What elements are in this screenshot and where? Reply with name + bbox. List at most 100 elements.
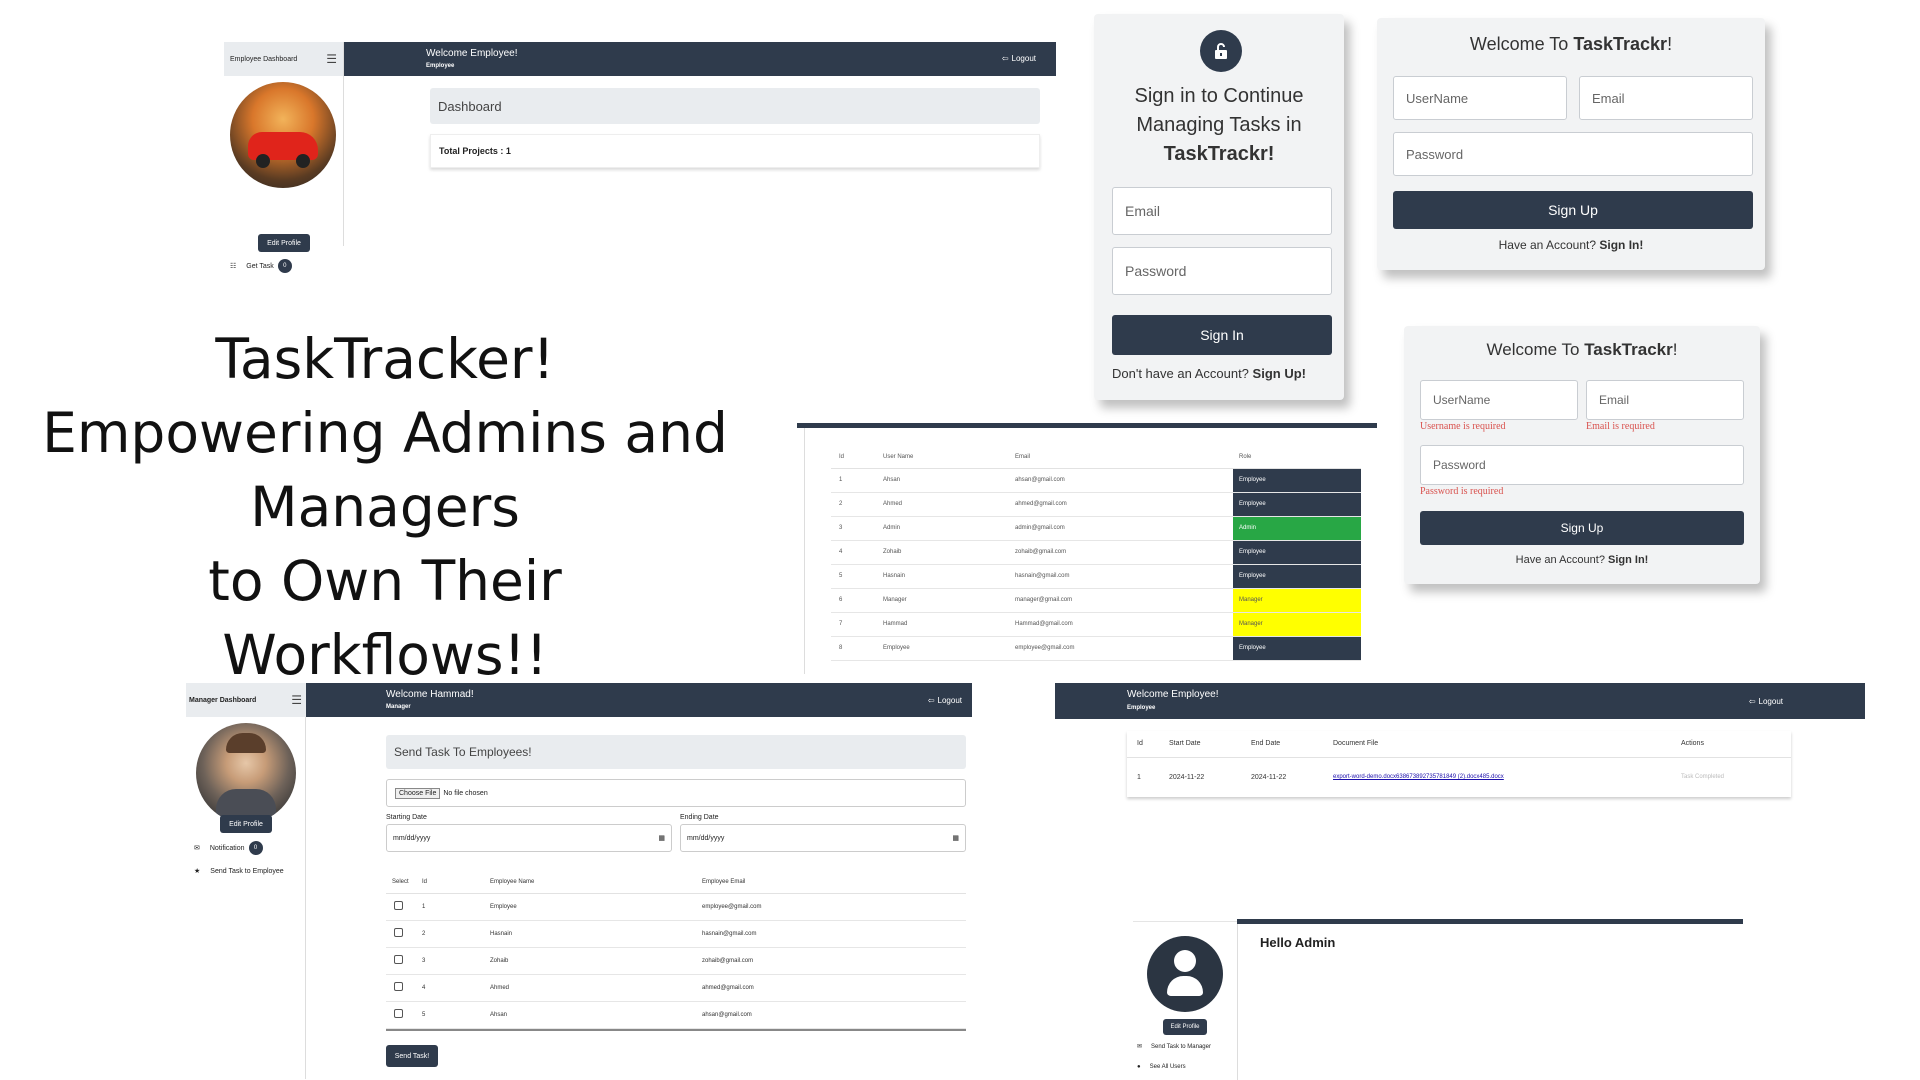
- users-table-topbar: [797, 423, 1377, 428]
- starting-date-placeholder: mm/dd/yyyy: [393, 834, 431, 842]
- signup-button[interactable]: Sign Up: [1420, 511, 1744, 545]
- envelope-icon: ✉: [194, 845, 200, 852]
- role-badge: Manager: [1233, 612, 1361, 636]
- password-field[interactable]: Password: [1420, 445, 1744, 485]
- signup-brand: TaskTrackr: [1584, 340, 1673, 359]
- signup-brand: TaskTrackr: [1573, 34, 1668, 54]
- signin-link[interactable]: Sign In!: [1608, 554, 1648, 566]
- logout-button[interactable]: ⇦ Logout: [1002, 54, 1036, 63]
- cell-id: 7: [839, 621, 843, 627]
- cell-username: Hammad: [883, 621, 908, 627]
- cell-email: ahsan@gmail.com: [1015, 477, 1065, 483]
- cell-employee-email: zohaib@gmail.com: [702, 957, 754, 964]
- signin-link[interactable]: Sign In!: [1599, 238, 1643, 252]
- edit-profile-button[interactable]: Edit Profile: [258, 234, 310, 252]
- cell-employee-name: Hasnain: [490, 930, 513, 937]
- hamburger-icon[interactable]: ☰: [326, 52, 337, 66]
- select-checkbox[interactable]: [394, 928, 403, 937]
- edit-profile-button[interactable]: Edit Profile: [220, 815, 272, 833]
- edit-profile-button[interactable]: Edit Profile: [1163, 1019, 1207, 1035]
- cell-id: 4: [839, 549, 843, 555]
- select-checkbox[interactable]: [394, 1009, 403, 1018]
- header-actions: Actions: [1681, 740, 1704, 748]
- sidebar-item-notification[interactable]: ✉ Notification 0: [194, 841, 263, 855]
- password-field[interactable]: Password: [1393, 132, 1753, 176]
- header-employee-email: Employee Email: [702, 878, 746, 885]
- total-projects-card: Total Projects : 1: [430, 134, 1040, 168]
- cell-id: 4: [422, 984, 426, 991]
- role-text: Employee: [426, 63, 455, 69]
- user-avatar-icon: [1147, 936, 1223, 1012]
- starting-date-input[interactable]: mm/dd/yyyy ▦: [386, 824, 672, 852]
- see-all-users-label: See All Users: [1149, 1064, 1186, 1070]
- signin-email-field[interactable]: Email: [1112, 187, 1332, 235]
- sidebar-item-get-task[interactable]: ☷ Get Task 0: [230, 259, 292, 273]
- signup-welcome: Welcome To: [1469, 34, 1569, 54]
- username-field[interactable]: UserName: [1393, 76, 1567, 120]
- admin-topbar: [1237, 919, 1743, 924]
- cell-employee-email: ahmed@gmail.com: [702, 984, 754, 991]
- calendar-icon[interactable]: ▦: [952, 834, 959, 842]
- cell-employee-name: Zohaib: [490, 957, 509, 964]
- admin-panel-screenshot: Edit Profile ✉ Send Task to Manager ● Se…: [1133, 919, 1753, 1080]
- signin-card: Sign in to Continue Managing Tasks in Ta…: [1094, 14, 1344, 400]
- signup-card-validation: Welcome To TaskTrackr! UserName Email Us…: [1404, 326, 1760, 584]
- ending-date-placeholder: mm/dd/yyyy: [687, 834, 725, 842]
- hero-line-2: Empowering Admins and: [42, 401, 728, 465]
- header-start-date: Start Date: [1169, 740, 1201, 748]
- signup-excl: !: [1672, 340, 1678, 359]
- hero-tagline: TaskTracker! Empowering Admins and Manag…: [40, 322, 730, 692]
- sidebar-item-see-all-users[interactable]: ● See All Users: [1137, 1064, 1186, 1070]
- choose-file-button[interactable]: Choose File: [395, 787, 441, 799]
- header-id: Id: [422, 878, 428, 885]
- signup-button[interactable]: Sign Up: [1393, 191, 1753, 229]
- file-input[interactable]: Choose File No file chosen: [386, 779, 966, 807]
- signup-welcome: Welcome To: [1486, 340, 1580, 359]
- header-role: Role: [1239, 453, 1252, 460]
- hamburger-icon[interactable]: ☰: [291, 693, 302, 707]
- select-checkbox-cell: [386, 1001, 422, 1028]
- sidebar-header: Manager Dashboard ☰: [186, 683, 306, 717]
- cell-username: Admin: [883, 525, 901, 531]
- header-email: Email: [1015, 453, 1031, 460]
- logout-button[interactable]: ⇦ Logout: [1749, 697, 1783, 706]
- cell-end-date: 2024-11-22: [1251, 773, 1287, 781]
- avatar: [230, 82, 336, 188]
- email-field[interactable]: Email: [1586, 380, 1744, 420]
- users-divider: [804, 428, 805, 674]
- sidebar-item-send-task[interactable]: ★ Send Task to Employee: [194, 867, 284, 876]
- signin-password-field[interactable]: Password: [1112, 247, 1332, 295]
- send-task-button[interactable]: Send Task!: [386, 1045, 438, 1067]
- signup-link[interactable]: Sign Up!: [1253, 366, 1306, 381]
- logout-button[interactable]: ⇦ Logout: [928, 696, 962, 705]
- table-row: 5 Ahsan ahsan@gmail.com: [386, 1001, 966, 1028]
- cell-id: 1: [1137, 773, 1141, 781]
- sidebar: Edit Profile ☷ Get Task 0: [224, 76, 344, 273]
- sidebar-item-send-task-manager[interactable]: ✉ Send Task to Manager: [1137, 1043, 1211, 1051]
- logout-label: Logout: [1758, 697, 1783, 706]
- username-field[interactable]: UserName: [1420, 380, 1578, 420]
- password-error: Password is required: [1420, 486, 1504, 497]
- starting-date-label: Starting Date: [386, 814, 427, 821]
- no-file-text: No file chosen: [443, 789, 488, 797]
- select-checkbox[interactable]: [394, 982, 403, 991]
- signin-button[interactable]: Sign In: [1112, 315, 1332, 355]
- select-checkbox[interactable]: [394, 955, 403, 964]
- welcome-text: Welcome Hammad!: [386, 689, 474, 700]
- role-badge: Employee: [1233, 492, 1361, 516]
- role-badge: Employee: [1233, 636, 1361, 660]
- manager-dashboard-screenshot: Manager Dashboard ☰ Welcome Hammad! Mana…: [186, 683, 972, 1079]
- get-task-label: Get Task: [246, 262, 274, 270]
- cell-employee-name: Ahsan: [490, 1011, 508, 1018]
- logout-icon: ⇦: [1001, 54, 1009, 63]
- document-file-link[interactable]: export-word-demo.docx638673892735781849 …: [1333, 757, 1681, 797]
- cell-id: 1: [422, 903, 426, 910]
- cell-username: Ahmed: [883, 501, 903, 507]
- calendar-icon[interactable]: ▦: [658, 834, 665, 842]
- ending-date-input[interactable]: mm/dd/yyyy ▦: [680, 824, 966, 852]
- username-error: Username is required: [1420, 421, 1506, 432]
- email-field[interactable]: Email: [1579, 76, 1753, 120]
- signin-prompt-text: Have an Account?: [1498, 238, 1597, 252]
- select-checkbox[interactable]: [394, 901, 403, 910]
- signup-excl: !: [1667, 34, 1673, 54]
